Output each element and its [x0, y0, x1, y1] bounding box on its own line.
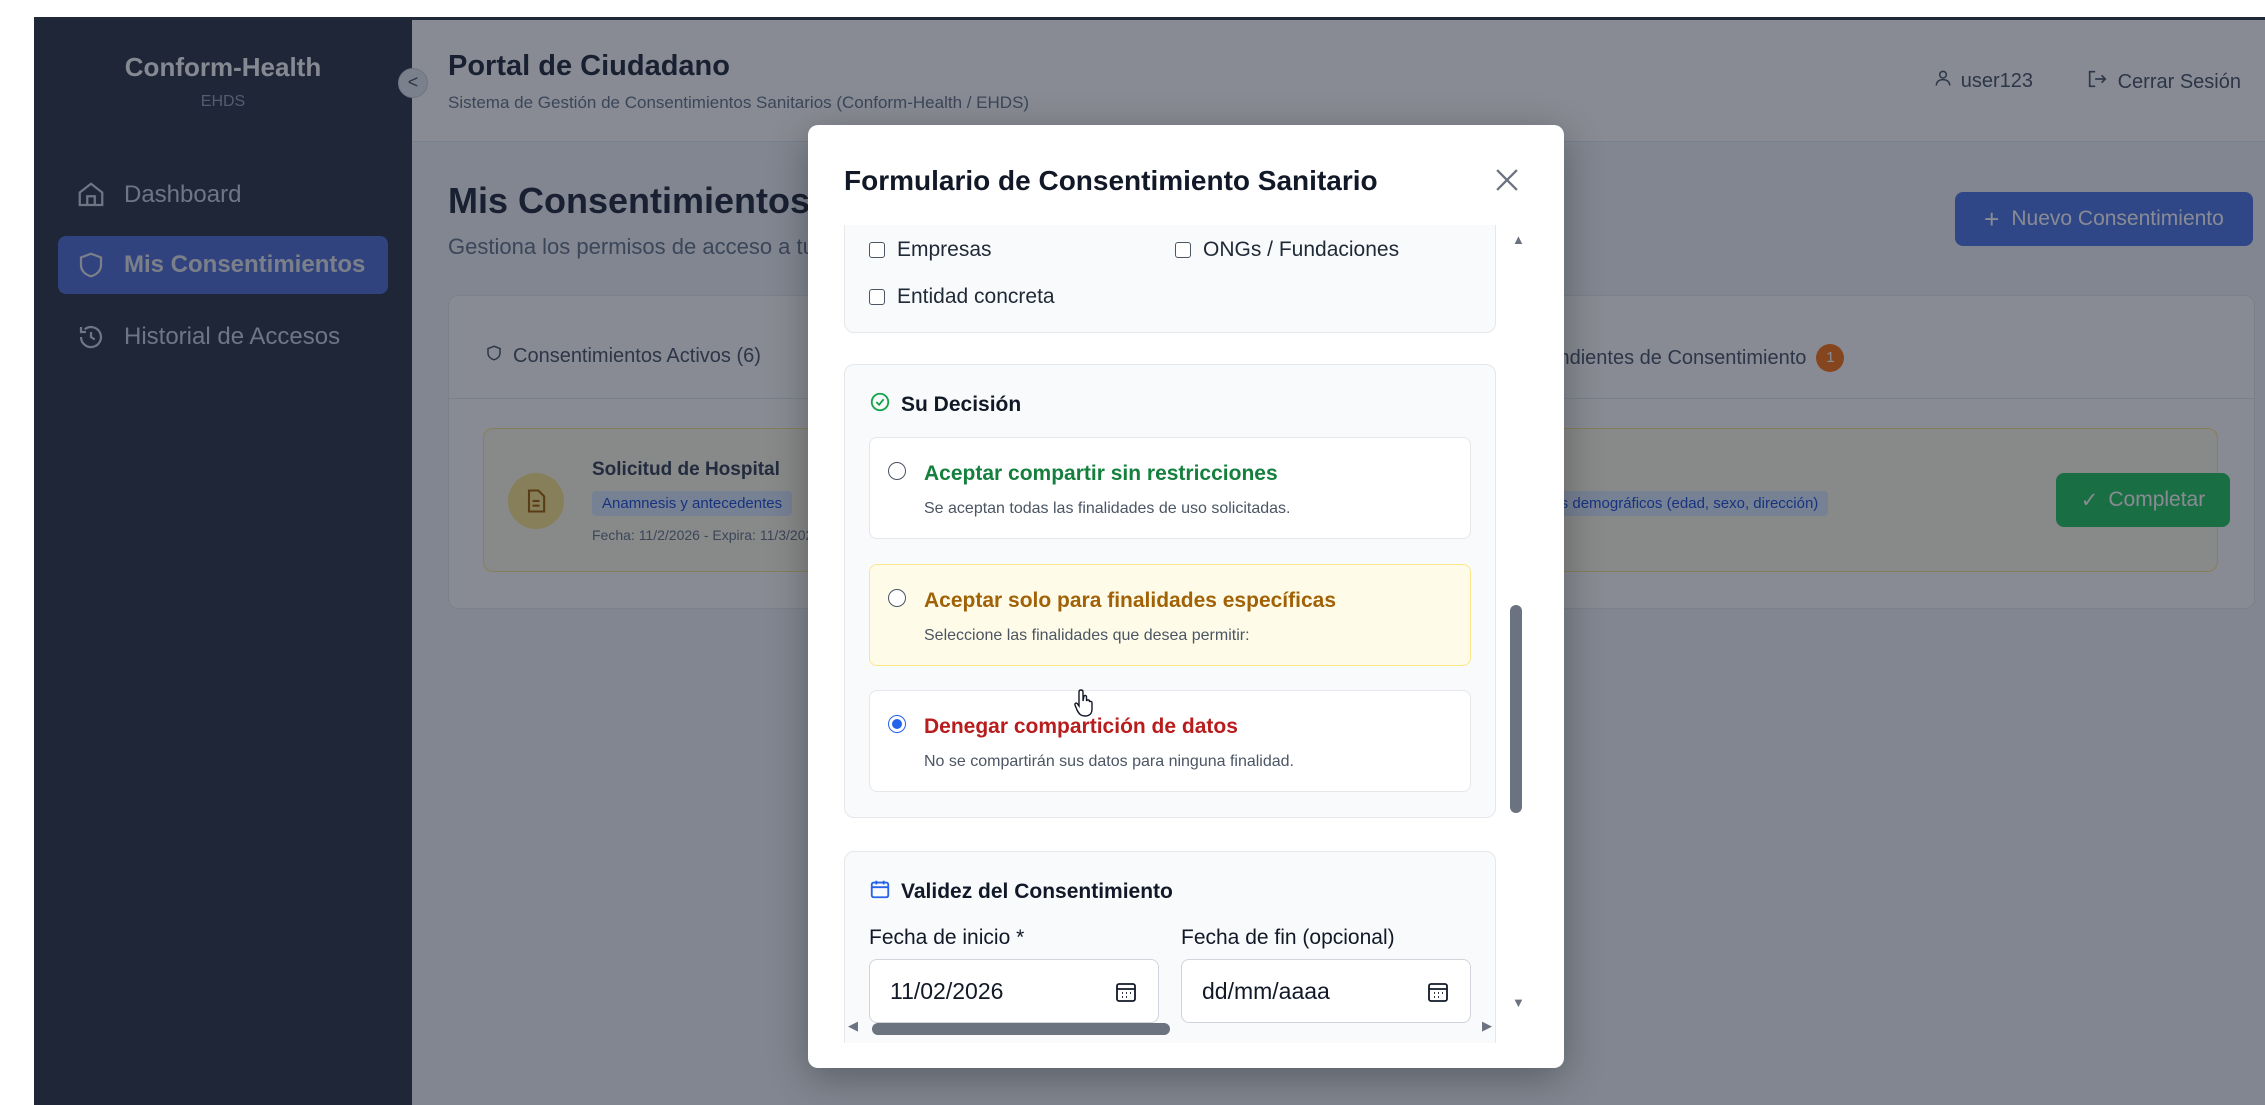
option-accept-specific[interactable]: Aceptar solo para finalidades específica… [869, 564, 1471, 666]
modal-scroll-area[interactable]: Empresas ONGs / Fundaciones Entidad conc… [808, 225, 1564, 1043]
calendar-icon[interactable] [1426, 980, 1450, 1004]
app-root: Conform-Health EHDS Dashboard Mis Consen… [34, 20, 2265, 1105]
check-circle-icon [869, 391, 891, 419]
modal-title: Formulario de Consentimiento Sanitario [844, 165, 1378, 196]
validity-heading-label: Validez del Consentimiento [901, 880, 1173, 903]
checkbox-box[interactable] [869, 242, 885, 258]
start-date-field[interactable]: 11/02/2026 [869, 959, 1159, 1023]
option-label: Denegar compartición de datos [924, 715, 1238, 738]
end-date-field[interactable]: dd/mm/aaaa [1181, 959, 1471, 1023]
scroll-up-arrow-icon[interactable]: ▲ [1512, 232, 1525, 247]
validity-heading: Validez del Consentimiento [869, 878, 1173, 906]
validity-section: Validez del Consentimiento Fecha de inic… [844, 851, 1496, 1043]
checkbox-box[interactable] [869, 289, 885, 305]
radio-button-selected[interactable] [888, 715, 906, 733]
option-description: Se aceptan todas las finalidades de uso … [924, 500, 1291, 517]
checkbox-label: Entidad concreta [897, 285, 1055, 308]
close-icon[interactable] [1490, 163, 1524, 197]
option-label: Aceptar solo para finalidades específica… [924, 589, 1337, 612]
start-date-value: 11/02/2026 [890, 977, 1004, 1004]
recipients-section: Empresas ONGs / Fundaciones Entidad conc… [844, 225, 1496, 333]
horizontal-scrollbar-thumb[interactable] [872, 1023, 1170, 1035]
option-description: No se compartirán sus datos para ninguna… [924, 753, 1294, 770]
decision-heading-label: Su Decisión [901, 393, 1022, 416]
companies-checkbox[interactable]: Empresas [869, 238, 992, 262]
option-accept-all[interactable]: Aceptar compartir sin restricciones Se a… [869, 437, 1471, 539]
scroll-left-arrow-icon[interactable]: ◀ [848, 1018, 858, 1034]
calendar-icon[interactable] [1114, 980, 1138, 1004]
radio-button[interactable] [888, 589, 906, 607]
vertical-scrollbar-thumb[interactable] [1510, 605, 1522, 813]
option-description: Seleccione las finalidades que desea per… [924, 627, 1250, 644]
start-date-label: Fecha de inicio * [869, 926, 1025, 949]
option-label: Aceptar compartir sin restricciones [924, 462, 1278, 485]
consent-form-modal: Formulario de Consentimiento Sanitario E… [808, 125, 1564, 1068]
radio-button[interactable] [888, 462, 906, 480]
scroll-down-arrow-icon[interactable]: ▼ [1512, 995, 1525, 1010]
end-date-label: Fecha de fin (opcional) [1181, 926, 1395, 949]
end-date-placeholder: dd/mm/aaaa [1202, 977, 1330, 1004]
option-deny[interactable]: Denegar compartición de datos No se comp… [869, 690, 1471, 792]
decision-heading: Su Decisión [869, 391, 1021, 419]
calendar-icon [869, 878, 891, 906]
checkbox-label: Empresas [897, 238, 992, 261]
hand-cursor-icon [1074, 688, 1096, 718]
checkbox-label: ONGs / Fundaciones [1203, 238, 1400, 261]
entity-checkbox[interactable]: Entidad concreta [869, 285, 1055, 309]
decision-section: Su Decisión Aceptar compartir sin restri… [844, 364, 1496, 818]
scroll-right-arrow-icon[interactable]: ▶ [1482, 1018, 1492, 1034]
checkbox-box[interactable] [1175, 242, 1191, 258]
ngos-checkbox[interactable]: ONGs / Fundaciones [1175, 238, 1399, 262]
